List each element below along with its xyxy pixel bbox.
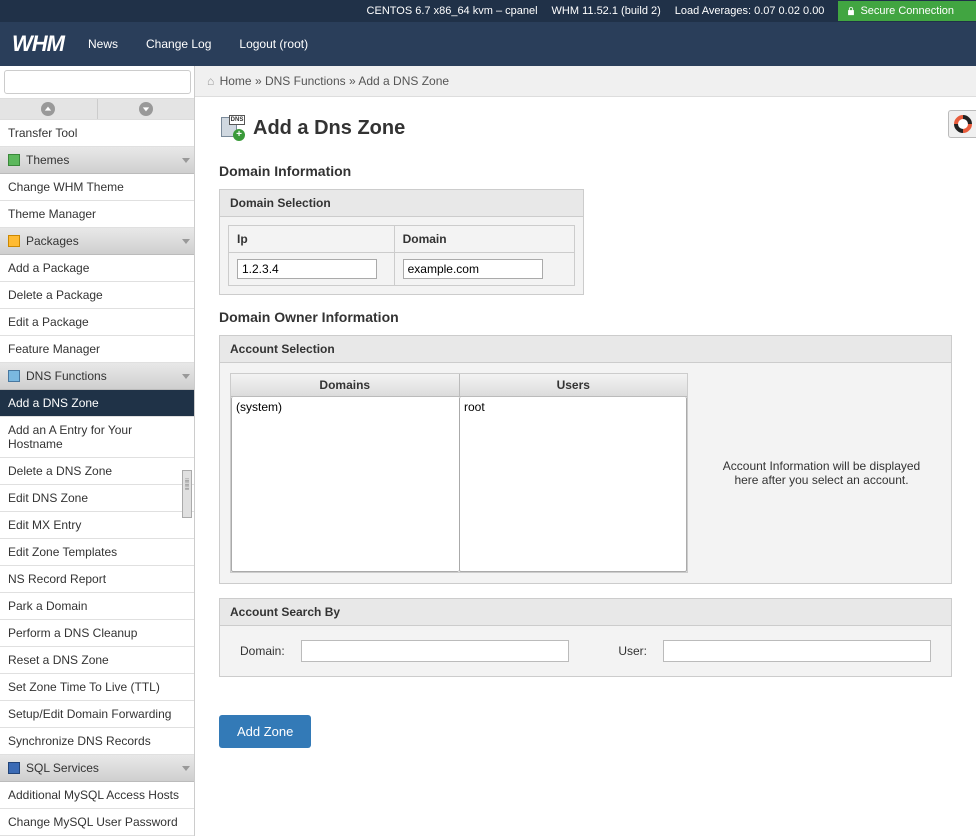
sidebar-item-theme-manager[interactable]: Theme Manager <box>0 201 194 228</box>
secure-label: Secure Connection <box>860 5 954 17</box>
sidebar-item-edit-package[interactable]: Edit a Package <box>0 309 194 336</box>
breadcrumb-current: Add a DNS Zone <box>358 74 449 88</box>
sql-icon <box>8 762 20 774</box>
sidebar-search-row <box>0 66 194 99</box>
search-user-input[interactable] <box>663 640 931 662</box>
sidebar-header-sql[interactable]: SQL Services <box>0 755 194 782</box>
search-domain-label: Domain: <box>240 644 285 658</box>
ip-label: Ip <box>229 226 394 253</box>
domains-col-header: Domains <box>231 374 460 397</box>
sidebar-item-reset-dns[interactable]: Reset a DNS Zone <box>0 647 194 674</box>
chevron-down-icon <box>182 158 190 163</box>
top-status-bar: CENTOS 6.7 x86_64 kvm – cpanel WHM 11.52… <box>0 0 976 22</box>
page-title-icon: DNS + <box>219 115 245 141</box>
home-icon: ⌂ <box>207 74 214 88</box>
sidebar-item-mysql-hosts[interactable]: Additional MySQL Access Hosts <box>0 782 194 809</box>
sidebar-item-dns-cleanup[interactable]: Perform a DNS Cleanup <box>0 620 194 647</box>
sidebar-item-set-ttl[interactable]: Set Zone Time To Live (TTL) <box>0 674 194 701</box>
list-item[interactable]: root <box>462 399 684 415</box>
sidebar-item-ns-record[interactable]: NS Record Report <box>0 566 194 593</box>
sidebar-item-edit-dns-zone[interactable]: Edit DNS Zone <box>0 485 194 512</box>
domain-info-heading: Domain Information <box>219 163 952 179</box>
load-averages: Load Averages: 0.07 0.02 0.00 <box>675 5 825 17</box>
lock-icon <box>846 6 856 16</box>
sidebar-item-setup-forwarding[interactable]: Setup/Edit Domain Forwarding <box>0 701 194 728</box>
os-info: CENTOS 6.7 x86_64 kvm – cpanel <box>367 5 538 17</box>
sidebar-item-add-a-entry[interactable]: Add an A Entry for Your Hostname <box>0 417 194 458</box>
arrow-down-icon <box>139 102 153 116</box>
breadcrumb-sep: » <box>252 74 265 88</box>
sidebar-item-delete-package[interactable]: Delete a Package <box>0 282 194 309</box>
nav-changelog[interactable]: Change Log <box>146 37 211 51</box>
sidebar-item-edit-mx[interactable]: Edit MX Entry <box>0 512 194 539</box>
sidebar-item-transfer-tool[interactable]: Transfer Tool <box>0 120 194 147</box>
sidebar-drag-handle[interactable]: ≡≡≡ <box>182 470 192 518</box>
navbar: WHM News Change Log Logout (root) <box>0 22 976 66</box>
sql-label: SQL Services <box>26 761 99 775</box>
sidebar-item-feature-manager[interactable]: Feature Manager <box>0 336 194 363</box>
packages-label: Packages <box>26 234 79 248</box>
help-button[interactable] <box>948 110 976 138</box>
sort-up[interactable] <box>0 99 98 119</box>
chevron-down-icon <box>182 374 190 379</box>
breadcrumb-sep: » <box>346 74 359 88</box>
page-title: Add a Dns Zone <box>253 117 405 140</box>
users-col-header: Users <box>460 374 688 397</box>
domain-selection-panel: Domain Selection Ip Domain <box>219 189 584 295</box>
domain-selection-head: Domain Selection <box>220 190 583 217</box>
list-item[interactable]: (system) <box>234 399 457 415</box>
sidebar-item-delete-dns-zone[interactable]: Delete a DNS Zone <box>0 458 194 485</box>
help-icon <box>950 111 975 136</box>
whm-logo[interactable]: WHM <box>12 31 64 57</box>
breadcrumb: ⌂ Home » DNS Functions » Add a DNS Zone <box>195 66 976 97</box>
sidebar-item-add-dns-zone[interactable]: Add a DNS Zone <box>0 390 194 417</box>
owner-info-heading: Domain Owner Information <box>219 309 952 325</box>
packages-icon <box>8 235 20 247</box>
sidebar-item-edit-zone-templates[interactable]: Edit Zone Templates <box>0 539 194 566</box>
sidebar: Transfer Tool Themes Change WHM Theme Th… <box>0 66 195 836</box>
search-user-label: User: <box>618 644 647 658</box>
ip-input[interactable] <box>237 259 377 279</box>
nav-news[interactable]: News <box>88 37 118 51</box>
sidebar-item-add-package[interactable]: Add a Package <box>0 255 194 282</box>
sidebar-header-themes[interactable]: Themes <box>0 147 194 174</box>
secure-connection-badge: Secure Connection <box>838 1 976 21</box>
add-zone-button[interactable]: Add Zone <box>219 715 311 748</box>
main-content: ⌂ Home » DNS Functions » Add a DNS Zone … <box>195 66 976 836</box>
sidebar-search-input[interactable] <box>4 70 191 94</box>
domain-label: Domain <box>395 226 574 253</box>
account-selection-head: Account Selection <box>220 336 951 363</box>
account-selection-panel: Account Selection Domains Users (system) <box>219 335 952 584</box>
chevron-down-icon <box>182 766 190 771</box>
domain-input[interactable] <box>403 259 543 279</box>
account-info-placeholder: Account Information will be displayed he… <box>702 373 941 573</box>
sidebar-item-park-domain[interactable]: Park a Domain <box>0 593 194 620</box>
dns-icon <box>8 370 20 382</box>
sidebar-item-mysql-password[interactable]: Change MySQL User Password <box>0 809 194 836</box>
sidebar-header-packages[interactable]: Packages <box>0 228 194 255</box>
account-listbox-table: Domains Users (system) root <box>230 373 688 573</box>
sidebar-item-sync-dns[interactable]: Synchronize DNS Records <box>0 728 194 755</box>
nav-logout[interactable]: Logout (root) <box>239 37 308 51</box>
themes-label: Themes <box>26 153 69 167</box>
users-listbox[interactable]: root <box>459 397 687 572</box>
domains-listbox[interactable]: (system) <box>231 397 459 572</box>
breadcrumb-dns[interactable]: DNS Functions <box>265 74 346 88</box>
dns-label: DNS Functions <box>26 369 107 383</box>
sort-down[interactable] <box>98 99 195 119</box>
whm-version: WHM 11.52.1 (build 2) <box>552 5 661 17</box>
breadcrumb-home[interactable]: Home <box>220 74 252 88</box>
search-domain-input[interactable] <box>301 640 569 662</box>
arrow-up-icon <box>41 102 55 116</box>
sidebar-item-change-theme[interactable]: Change WHM Theme <box>0 174 194 201</box>
account-search-panel: Account Search By Domain: User: <box>219 598 952 677</box>
sidebar-sort-row <box>0 99 194 120</box>
sidebar-header-dns[interactable]: DNS Functions <box>0 363 194 390</box>
themes-icon <box>8 154 20 166</box>
account-search-head: Account Search By <box>220 599 951 626</box>
chevron-down-icon <box>182 239 190 244</box>
